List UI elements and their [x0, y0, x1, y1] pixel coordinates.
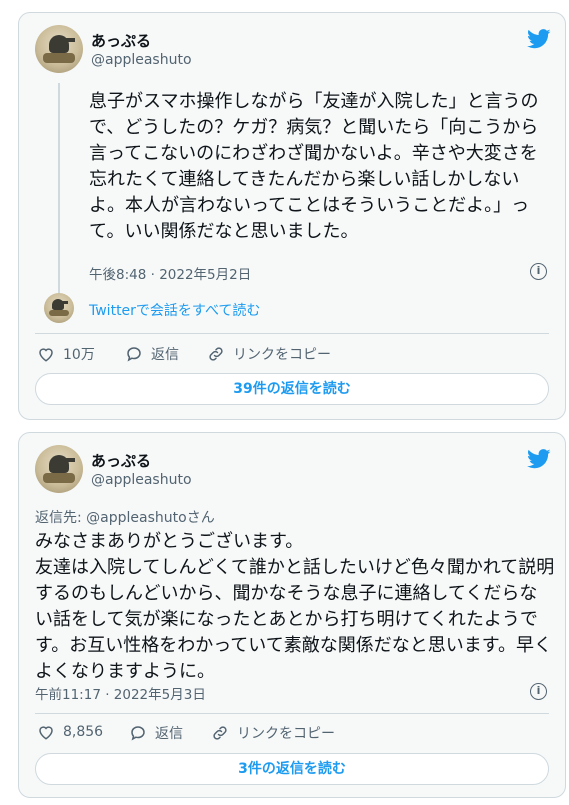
author-handle[interactable]: @appleashuto [91, 52, 192, 68]
avatar[interactable] [35, 445, 83, 493]
reply-label: 返信 [151, 347, 179, 363]
heart-icon [39, 348, 53, 362]
thread-line [58, 83, 60, 295]
divider [35, 333, 549, 334]
copy-link-label: リンクをコピー [233, 347, 331, 363]
copy-link-button[interactable]: リンクをコピー [207, 344, 331, 364]
reply-button[interactable]: 返信 [129, 723, 183, 743]
info-icon[interactable]: i [530, 263, 547, 280]
author-name[interactable]: あっぷる [91, 450, 151, 471]
read-conversation-link[interactable]: Twitterで会話をすべて読む [89, 300, 260, 320]
read-replies-button[interactable]: 3件の返信を読む [35, 753, 549, 785]
link-icon [213, 726, 227, 740]
tweet-timestamp[interactable]: 午前11:17 · 2022年5月3日 [35, 683, 206, 703]
author-handle[interactable]: @appleashuto [91, 472, 192, 488]
read-replies-button[interactable]: 39件の返信を読む [35, 373, 549, 405]
link-icon [209, 347, 223, 361]
reply-to[interactable]: 返信先: @appleashutoさん [35, 507, 215, 527]
divider [35, 713, 549, 714]
reply-label: 返信 [155, 726, 183, 742]
tweet-card-1: あっぷる @appleashuto 息子がスマホ操作しながら「友達が入院した」と… [18, 12, 566, 420]
reply-icon [131, 726, 145, 741]
copy-link-button[interactable]: リンクをコピー [211, 723, 335, 743]
copy-link-label: リンクをコピー [237, 726, 335, 742]
reply-icon [127, 347, 141, 362]
like-button[interactable]: 8,856 [37, 723, 103, 741]
tweet-card-2: あっぷる @appleashuto 返信先: @appleashutoさん みな… [18, 432, 566, 798]
like-button[interactable]: 10万 [37, 344, 95, 364]
like-count: 8,856 [63, 724, 104, 740]
avatar[interactable] [44, 293, 74, 323]
like-count: 10万 [63, 347, 95, 363]
twitter-bird-icon[interactable] [527, 29, 551, 49]
tweet-text: 息子がスマホ操作しながら「友達が入院した」と言うので、どうしたの？ケガ？病気？と… [89, 91, 539, 242]
tweet-text: みなさまありがとうございます。 友達は入院してしんどくて誰かと話したいけど色々聞… [35, 531, 555, 682]
heart-icon [39, 726, 53, 740]
author-name[interactable]: あっぷる [91, 30, 151, 51]
tweet-timestamp[interactable]: 午後8:48 · 2022年5月2日 [89, 263, 251, 283]
twitter-bird-icon[interactable] [527, 449, 551, 469]
avatar[interactable] [35, 25, 83, 73]
reply-button[interactable]: 返信 [125, 344, 179, 364]
info-icon[interactable]: i [530, 683, 547, 700]
